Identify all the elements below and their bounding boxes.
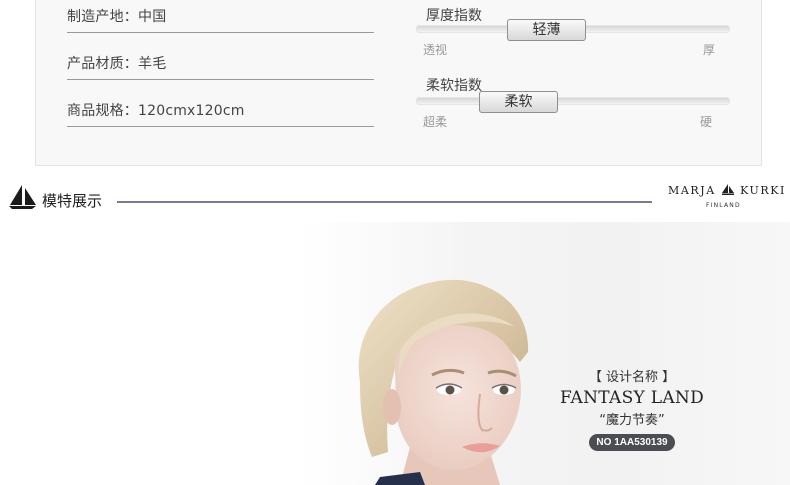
spec-origin: 制造产地：中国: [67, 4, 374, 33]
brand-logo: MARJA KURKI FINLAND: [668, 184, 784, 212]
softness-level-knob: 柔软: [479, 91, 558, 113]
model-showcase: 【 设计名称 】 FANTASY LAND “魔力节奏” NO 1AA53013…: [0, 222, 790, 485]
product-spec-panel: 制造产地：中国 产品材质：羊毛 商品规格：120cmx120cm 厚度指数 轻薄…: [35, 0, 762, 166]
brand-subtitle: FINLAND: [706, 202, 741, 209]
design-subtitle: “魔力节奏”: [599, 413, 665, 428]
thickness-min-label: 透视: [423, 43, 448, 57]
thickness-title: 厚度指数: [426, 8, 482, 24]
section-divider: [117, 201, 652, 203]
softness-title: 柔软指数: [426, 78, 482, 94]
sail-logo-icon: [721, 184, 734, 195]
thickness-level-knob: 轻薄: [507, 19, 586, 41]
design-code-badge: NO 1AA530139: [589, 434, 675, 451]
model-section-header: 模特展示 MARJA KURKI FINLAND: [0, 180, 790, 220]
design-name: FANTASY LAND: [559, 388, 705, 408]
design-label: 【 设计名称 】: [588, 370, 676, 385]
brand-name-right: KURKI: [740, 184, 787, 197]
design-info: 【 设计名称 】 FANTASY LAND “魔力节奏” NO 1AA53013…: [548, 366, 716, 451]
spec-material: 产品材质：羊毛: [67, 51, 374, 80]
spec-material-text: 产品材质：羊毛: [67, 56, 167, 72]
spec-origin-text: 制造产地：中国: [67, 9, 167, 25]
thickness-max-label: 厚: [703, 43, 716, 57]
model-portrait: [358, 279, 529, 485]
spec-size-text: 商品规格：120cmx120cm: [67, 103, 245, 119]
sailboat-icon: [9, 185, 36, 209]
brand-name-left: MARJA: [668, 184, 716, 197]
section-title: 模特展示: [42, 192, 103, 210]
softness-track: [416, 97, 730, 105]
softness-min-label: 超柔: [423, 115, 448, 129]
brand-wordmark: MARJA KURKI: [668, 184, 786, 197]
spec-size: 商品规格：120cmx120cm: [67, 98, 374, 127]
softness-max-label: 硬: [700, 115, 713, 129]
